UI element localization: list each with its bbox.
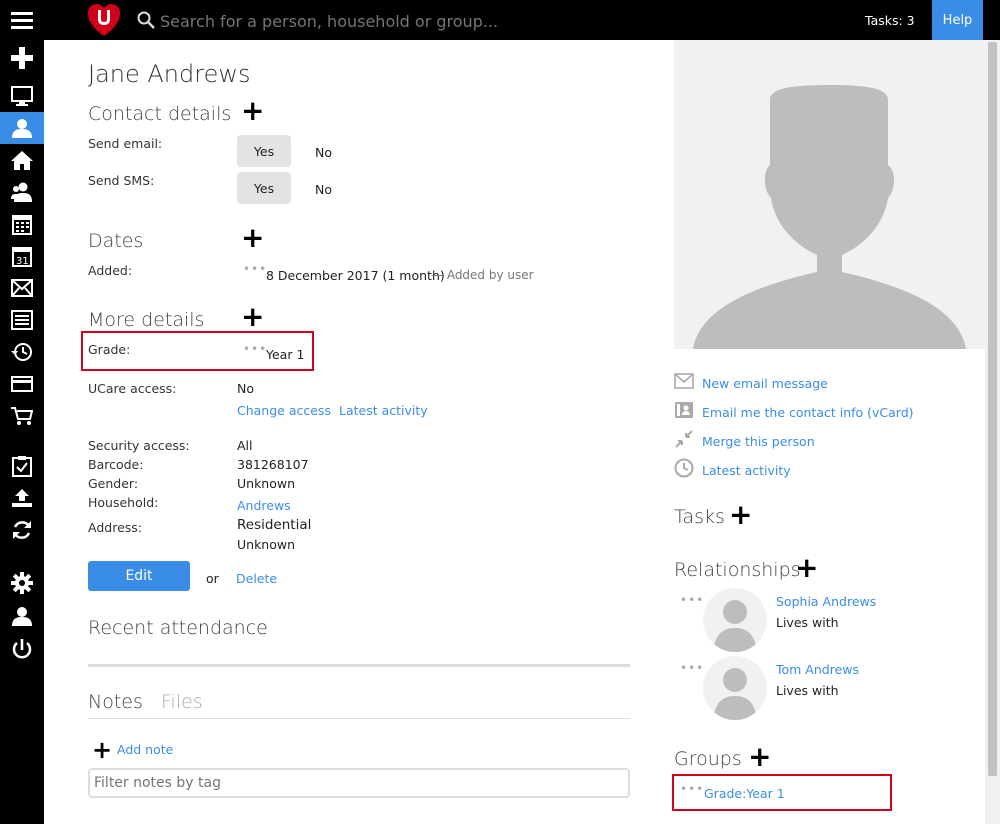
person-name: Jane Andrews <box>88 60 251 88</box>
search-icon <box>137 11 155 29</box>
address-line-1: Residential <box>237 517 312 533</box>
relationship-name[interactable]: Tom Andrews <box>776 662 859 677</box>
sync-icon[interactable] <box>0 514 44 546</box>
grade-highlight-box <box>81 331 314 371</box>
more-details-title: More details <box>88 309 205 331</box>
payments-icon[interactable] <box>0 368 44 400</box>
relationship-menu-icon[interactable]: ••• <box>680 661 704 675</box>
merge-icon <box>674 429 694 449</box>
tasks-count[interactable]: Tasks: 3 <box>865 13 915 28</box>
dashboard-icon[interactable] <box>0 80 44 112</box>
add-detail-icon[interactable]: + <box>241 303 264 331</box>
address-label: Address: <box>88 520 142 535</box>
gender-value: Unknown <box>237 476 296 491</box>
history-icon[interactable] <box>0 336 44 368</box>
settings-icon[interactable] <box>0 567 44 599</box>
add-icon[interactable] <box>0 42 44 74</box>
top-bar: Tasks: 3 Help <box>0 0 1000 40</box>
vcard-link[interactable]: Email me the contact info (vCard) <box>702 405 914 420</box>
left-nav: 31 <box>0 40 44 824</box>
edit-button[interactable]: Edit <box>88 561 190 591</box>
merge-person-link[interactable]: Merge this person <box>702 434 815 449</box>
relationship-menu-icon[interactable]: ••• <box>680 593 704 607</box>
send-sms-label: Send SMS: <box>88 173 155 188</box>
svg-text:31: 31 <box>16 256 29 267</box>
relationship-type: Lives with <box>776 683 839 698</box>
or-text: or <box>206 571 219 586</box>
account-icon[interactable] <box>0 600 44 632</box>
vcard-icon <box>674 401 694 419</box>
ucare-access-value: No <box>237 381 254 396</box>
send-sms-no-option[interactable]: No <box>315 182 332 197</box>
barcode-label: Barcode: <box>88 457 144 472</box>
security-access-value: All <box>237 438 253 453</box>
scrollbar-thumb[interactable] <box>988 42 997 776</box>
mail-icon[interactable] <box>0 272 44 304</box>
people-icon[interactable] <box>0 112 44 144</box>
relationship-type: Lives with <box>776 615 839 630</box>
relationship-avatar[interactable] <box>703 588 767 652</box>
checklist-icon[interactable] <box>0 450 44 482</box>
menu-icon[interactable] <box>11 10 33 30</box>
power-icon[interactable] <box>0 634 44 666</box>
add-date-icon[interactable]: + <box>241 224 264 252</box>
groups-icon[interactable] <box>0 176 44 208</box>
ucare-access-label: UCare access: <box>88 381 177 396</box>
groups-title: Groups <box>674 748 742 770</box>
added-label: Added: <box>88 263 133 278</box>
filter-notes-input[interactable] <box>88 768 630 798</box>
security-access-label: Security access: <box>88 438 190 453</box>
tab-notes[interactable]: Notes <box>88 691 143 713</box>
app: Tasks: 3 Help 31 <box>0 0 1000 824</box>
brand-logo[interactable] <box>86 2 122 38</box>
send-email-no-option[interactable]: No <box>315 145 332 160</box>
clock-icon <box>674 458 694 478</box>
tab-files[interactable]: Files <box>161 691 203 713</box>
delete-link[interactable]: Delete <box>236 571 277 586</box>
new-email-link[interactable]: New email message <box>702 376 828 391</box>
add-group-icon[interactable]: + <box>748 743 771 771</box>
recent-attendance-title: Recent attendance <box>88 617 268 639</box>
add-note-icon[interactable]: + <box>92 738 112 762</box>
email-icon <box>674 373 694 389</box>
events-icon[interactable]: 31 <box>0 240 44 272</box>
help-button[interactable]: Help <box>932 0 983 40</box>
add-contact-icon[interactable]: + <box>241 97 264 125</box>
added-by: — Added by user <box>431 268 534 282</box>
send-email-label: Send email: <box>88 136 163 151</box>
send-email-yes-button[interactable]: Yes <box>237 135 291 167</box>
latest-activity-link[interactable]: Latest activity <box>339 403 428 418</box>
contact-details-title: Contact details <box>88 103 232 125</box>
group-highlight-box <box>672 774 892 811</box>
dates-title: Dates <box>88 230 144 252</box>
add-note-link[interactable]: Add note <box>117 742 173 757</box>
household-label: Household: <box>88 495 159 510</box>
profile-photo[interactable] <box>674 40 985 349</box>
tasks-title: Tasks <box>674 506 725 528</box>
relationship-name[interactable]: Sophia Andrews <box>776 594 876 609</box>
change-access-link[interactable]: Change access <box>237 403 331 418</box>
address-line-2: Unknown <box>237 537 296 552</box>
tabs-divider <box>88 718 630 719</box>
search-input[interactable] <box>160 8 560 34</box>
cart-icon[interactable] <box>0 400 44 432</box>
relationships-title: Relationships <box>674 559 801 581</box>
attendance-divider <box>88 664 630 667</box>
send-sms-yes-button[interactable]: Yes <box>237 172 291 204</box>
relationship-avatar[interactable] <box>703 656 767 720</box>
forms-icon[interactable] <box>0 304 44 336</box>
add-task-icon[interactable]: + <box>729 501 752 529</box>
side-latest-activity-link[interactable]: Latest activity <box>702 463 791 478</box>
household-link[interactable]: Andrews <box>237 498 291 513</box>
upload-icon[interactable] <box>0 482 44 514</box>
household-icon[interactable] <box>0 144 44 176</box>
added-value: 8 December 2017 (1 month) <box>266 268 445 283</box>
gender-label: Gender: <box>88 476 139 491</box>
calendar-icon[interactable] <box>0 208 44 240</box>
add-relationship-icon[interactable]: + <box>795 554 818 582</box>
barcode-value: 381268107 <box>237 457 309 472</box>
added-menu-icon[interactable]: ••• <box>243 262 267 276</box>
